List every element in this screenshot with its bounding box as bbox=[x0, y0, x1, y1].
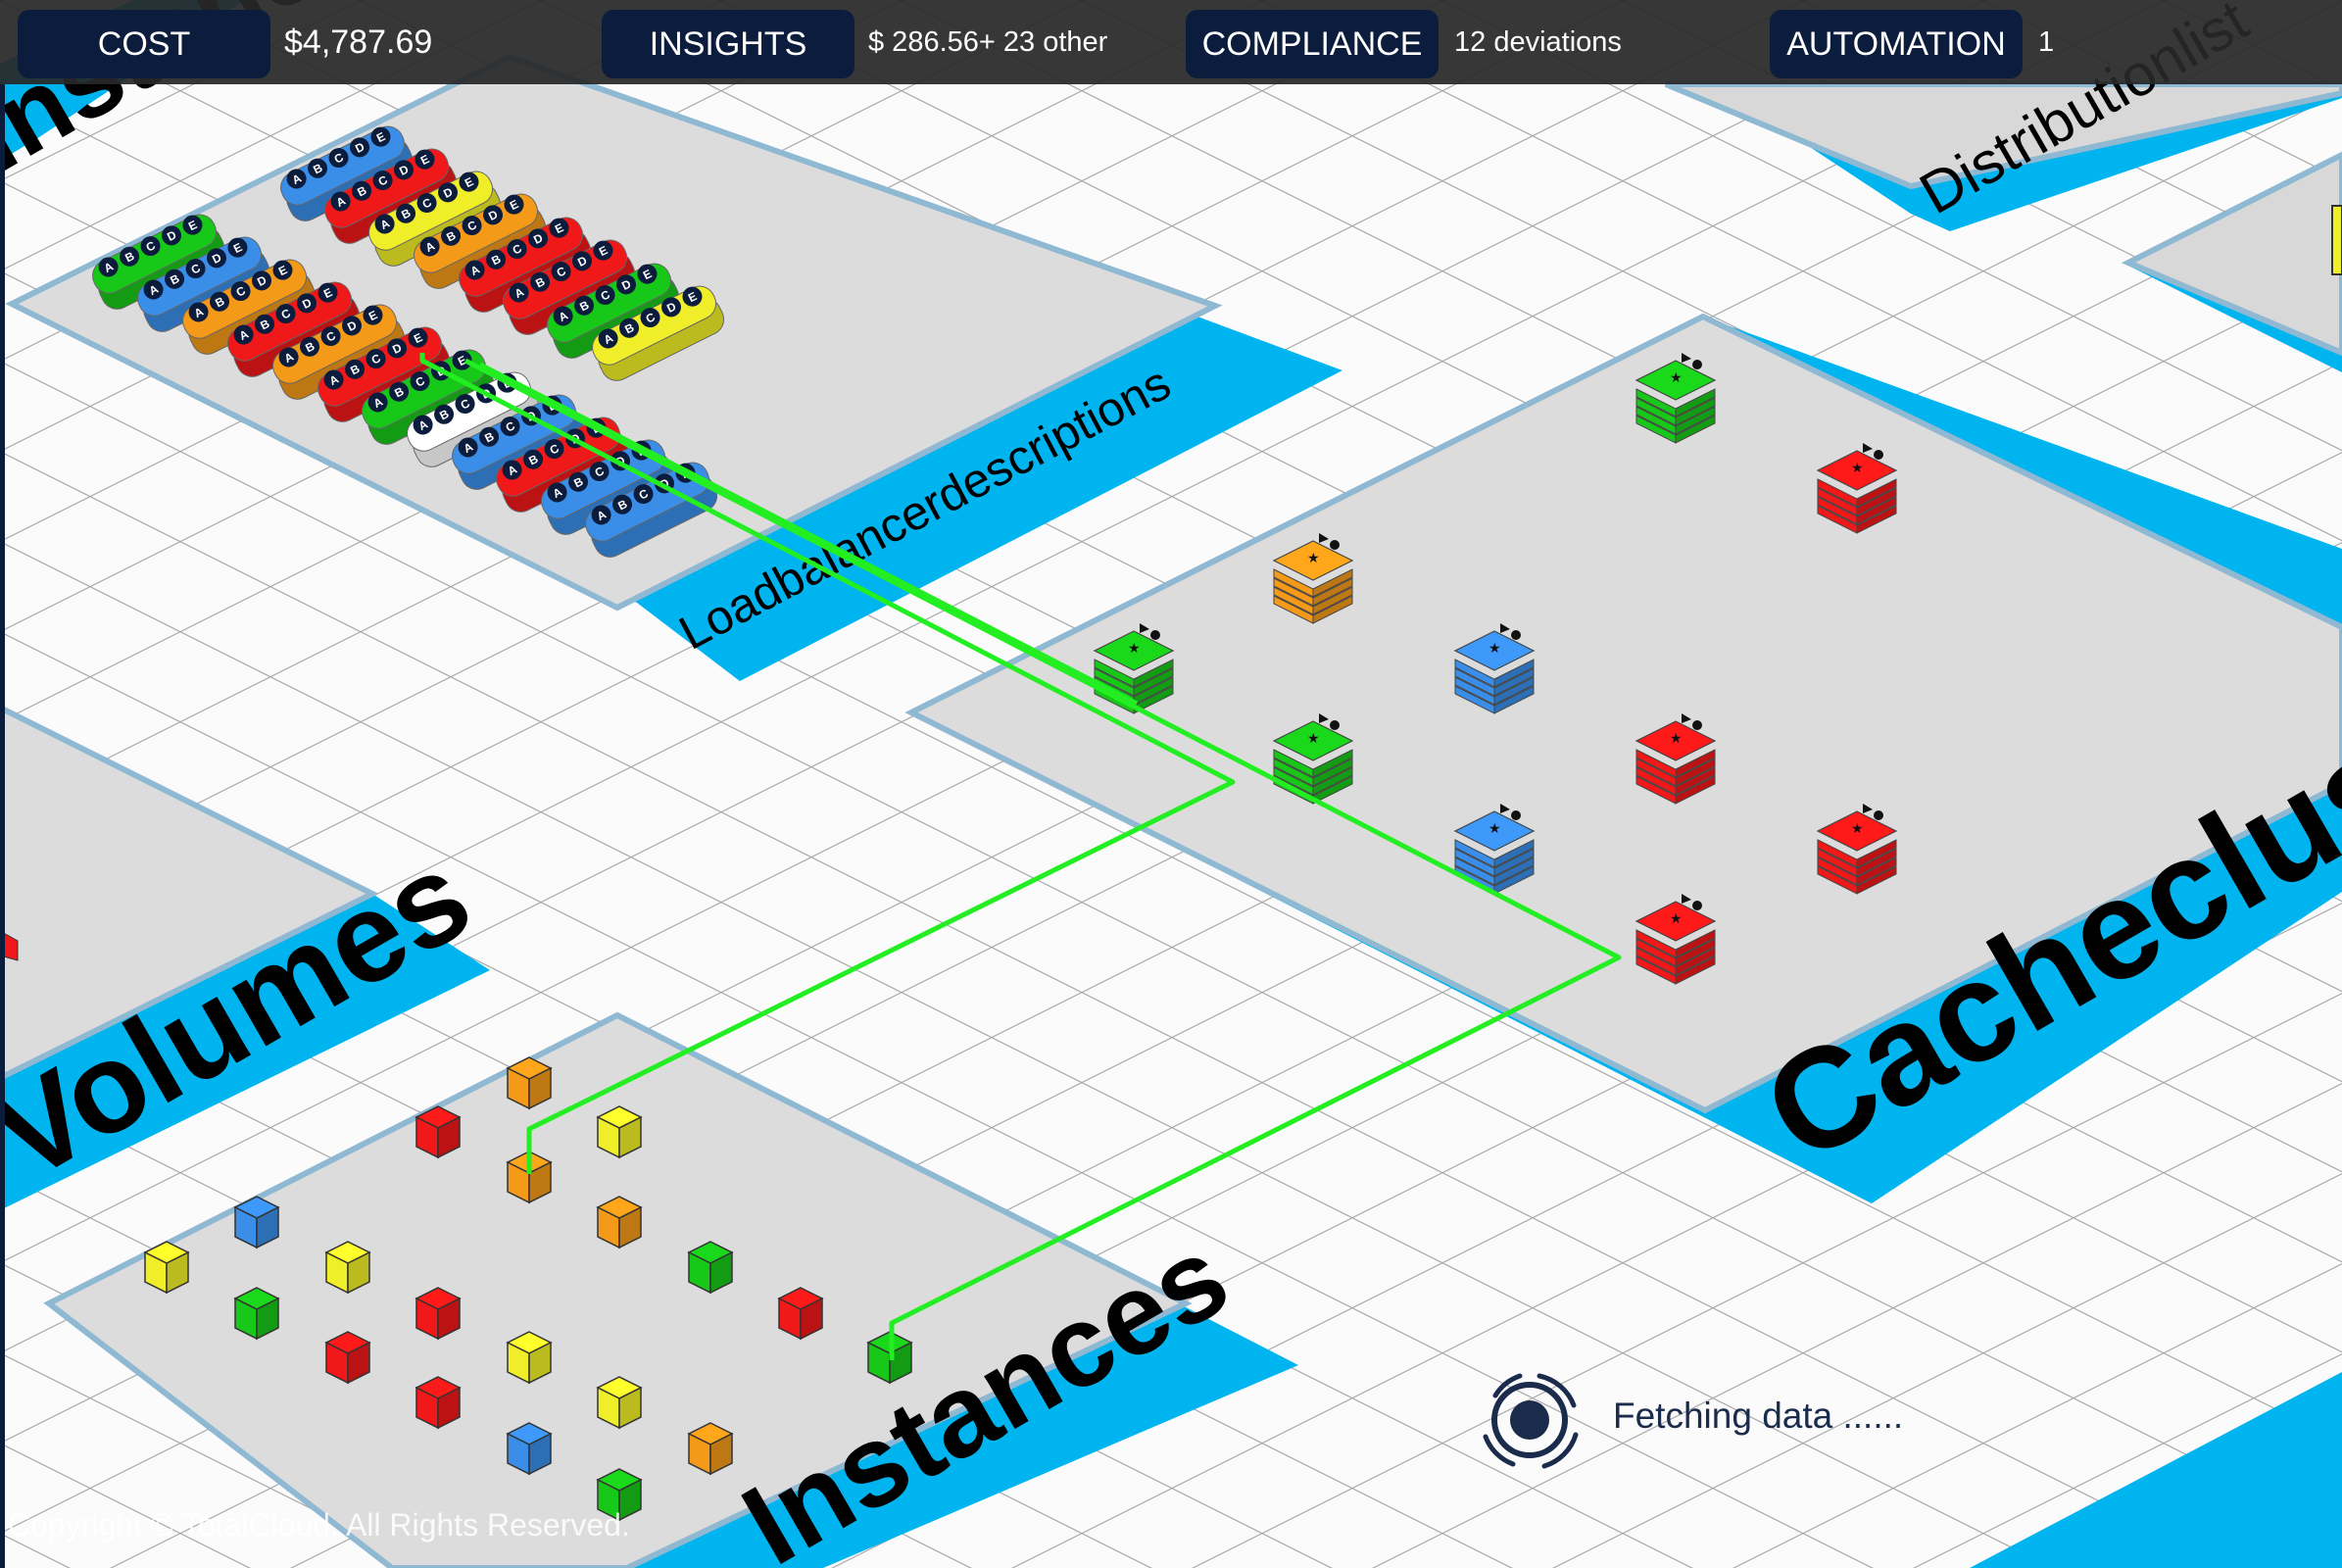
svg-text:★: ★ bbox=[1851, 461, 1864, 476]
svg-text:★: ★ bbox=[1488, 821, 1501, 837]
insights-button[interactable]: INSIGHTS bbox=[602, 10, 854, 78]
insights-label: INSIGHTS bbox=[649, 24, 807, 63]
svg-text:★: ★ bbox=[1670, 731, 1683, 747]
instance-cube[interactable] bbox=[687, 1241, 734, 1295]
instance-cube[interactable] bbox=[596, 1105, 643, 1159]
instance-cube[interactable] bbox=[415, 1105, 462, 1159]
instance-cube[interactable] bbox=[415, 1287, 462, 1341]
cost-value: $4,787.69 bbox=[284, 24, 433, 61]
infrastructure-map[interactable]: Instances Distributionlist Loadbalancerd… bbox=[0, 0, 2342, 1568]
instance-cube[interactable] bbox=[415, 1376, 462, 1430]
instance-cube[interactable] bbox=[506, 1056, 553, 1110]
svg-text:★: ★ bbox=[1488, 641, 1501, 657]
insights-value: $ 286.56+ 23 other bbox=[868, 26, 1108, 58]
compliance-button[interactable]: COMPLIANCE bbox=[1186, 10, 1439, 78]
left-edge bbox=[0, 84, 5, 1568]
instance-cube[interactable] bbox=[506, 1331, 553, 1385]
instance-cube[interactable] bbox=[596, 1376, 643, 1430]
cost-button[interactable]: COST bbox=[18, 10, 270, 78]
instance-cube[interactable] bbox=[324, 1241, 371, 1295]
instance-cube[interactable] bbox=[233, 1196, 280, 1250]
cost-label: COST bbox=[97, 24, 191, 63]
svg-text:★: ★ bbox=[1670, 911, 1683, 927]
instance-cube[interactable] bbox=[596, 1196, 643, 1250]
instance-cube[interactable] bbox=[143, 1241, 190, 1295]
svg-text:★: ★ bbox=[1307, 551, 1320, 566]
svg-text:★: ★ bbox=[1670, 370, 1683, 386]
top-bar: COST $4,787.69 INSIGHTS $ 286.56+ 23 oth… bbox=[0, 0, 2342, 84]
automation-label: AUTOMATION bbox=[1786, 24, 2006, 63]
loading-text: Fetching data ...... bbox=[1613, 1396, 1904, 1436]
svg-text:★: ★ bbox=[1307, 731, 1320, 747]
compliance-value: 12 deviations bbox=[1454, 26, 1622, 58]
loading-indicator: Fetching data ...... bbox=[1466, 1356, 2093, 1484]
instance-cube[interactable] bbox=[777, 1287, 824, 1341]
instance-cube[interactable] bbox=[324, 1331, 371, 1385]
spinner-icon bbox=[1483, 1373, 1579, 1469]
copyright-text: Copyright © TotalCloud. All Rights Reser… bbox=[8, 1507, 630, 1543]
compliance-label: COMPLIANCE bbox=[1201, 24, 1423, 63]
instance-cube[interactable] bbox=[687, 1422, 734, 1476]
svg-text:★: ★ bbox=[1851, 821, 1864, 837]
automation-button[interactable]: AUTOMATION bbox=[1770, 10, 2023, 78]
svg-text:★: ★ bbox=[1128, 641, 1141, 657]
instance-cube[interactable] bbox=[233, 1287, 280, 1341]
instance-cube[interactable] bbox=[506, 1422, 553, 1476]
automation-value: 1 bbox=[2038, 26, 2055, 58]
